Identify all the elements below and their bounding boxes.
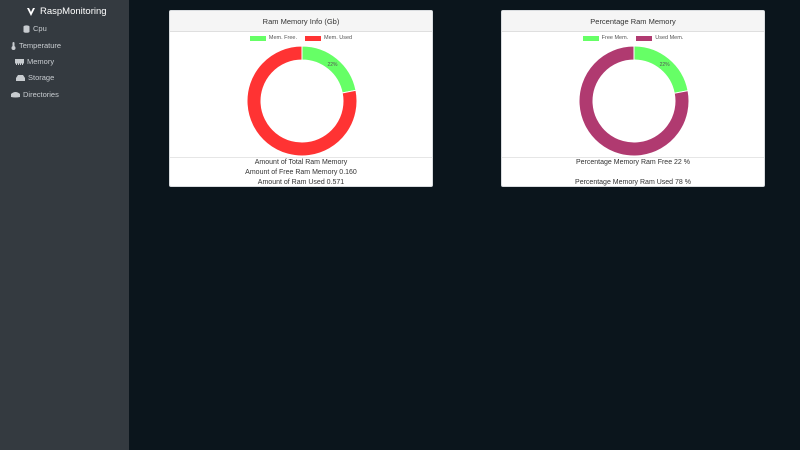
sidebar-item-temperature[interactable]: Temperature [11, 41, 61, 50]
donut-slice-free[interactable] [633, 45, 689, 94]
monitoring-logo-icon [27, 7, 35, 16]
cpu-icon [23, 24, 30, 33]
ram-donut-chart: 22% [246, 45, 358, 157]
storage-icon [16, 74, 25, 81]
legend-item-free[interactable]: Free Mem. [582, 35, 629, 41]
card-footer: Amount of Total Ram Memory Amount of Fre… [170, 157, 432, 186]
thermometer-icon [11, 41, 16, 50]
sidebar-item-directories[interactable]: Directories [11, 90, 59, 99]
percentage-donut-chart: 22% [578, 45, 690, 157]
app-title: RaspMonitoring [40, 6, 107, 17]
sidebar-item-label: Storage [28, 73, 55, 82]
chart-legend: Free Mem. Used Mem. [502, 35, 764, 41]
total-ram-text: Amount of Total Ram Memory [254, 159, 348, 166]
card-title: Percentage Ram Memory [502, 11, 764, 32]
sidebar-item-label: Directories [23, 90, 59, 99]
legend-item-used[interactable]: Mem. Used [305, 35, 352, 41]
sidebar-item-storage[interactable]: Storage [16, 73, 54, 82]
legend-label: Used Mem. [655, 35, 684, 41]
percentage-ram-card: Percentage Ram Memory Free Mem. Used Mem… [501, 10, 765, 187]
used-ram-text: Amount of Ram Used 0.571 [257, 179, 345, 186]
directories-icon [11, 92, 20, 98]
legend-swatch [305, 35, 321, 41]
chart-legend: Mem. Free. Mem. Used [170, 35, 432, 41]
free-percent-text: Percentage Memory Ram Free 22 % [576, 159, 690, 166]
sidebar-item-cpu[interactable]: Cpu [23, 24, 47, 33]
sidebar-item-label: Temperature [19, 41, 62, 50]
sidebar-item-label: Memory [27, 57, 55, 66]
legend-label: Mem. Used [324, 35, 353, 41]
card-title: Ram Memory Info (Gb) [170, 11, 432, 32]
sidebar: RaspMonitoring Cpu Temperature Memory St… [0, 0, 129, 450]
donut-slice-free[interactable] [301, 45, 357, 94]
slice-label: 22% [327, 62, 338, 68]
card-footer: Percentage Memory Ram Free 22 % Percenta… [502, 157, 764, 186]
memory-icon [15, 58, 24, 65]
free-ram-text: Amount of Free Ram Memory 0.160 [245, 169, 357, 176]
legend-swatch [582, 35, 599, 41]
legend-item-used[interactable]: Used Mem. [636, 35, 683, 41]
used-percent-text: Percentage Memory Ram Used 78 % [575, 179, 691, 186]
legend-swatch [636, 35, 653, 41]
sidebar-item-memory[interactable]: Memory [15, 57, 54, 66]
legend-label: Free Mem. [601, 35, 629, 41]
legend-label: Mem. Free. [268, 35, 297, 41]
legend-swatch [249, 35, 266, 41]
legend-item-free[interactable]: Mem. Free. [249, 35, 297, 41]
slice-label: 22% [660, 62, 671, 68]
sidebar-item-label: Cpu [33, 24, 47, 33]
ram-memory-info-card: Ram Memory Info (Gb) Mem. Free. Mem. Use… [169, 10, 433, 187]
brand[interactable]: RaspMonitoring [26, 6, 107, 17]
